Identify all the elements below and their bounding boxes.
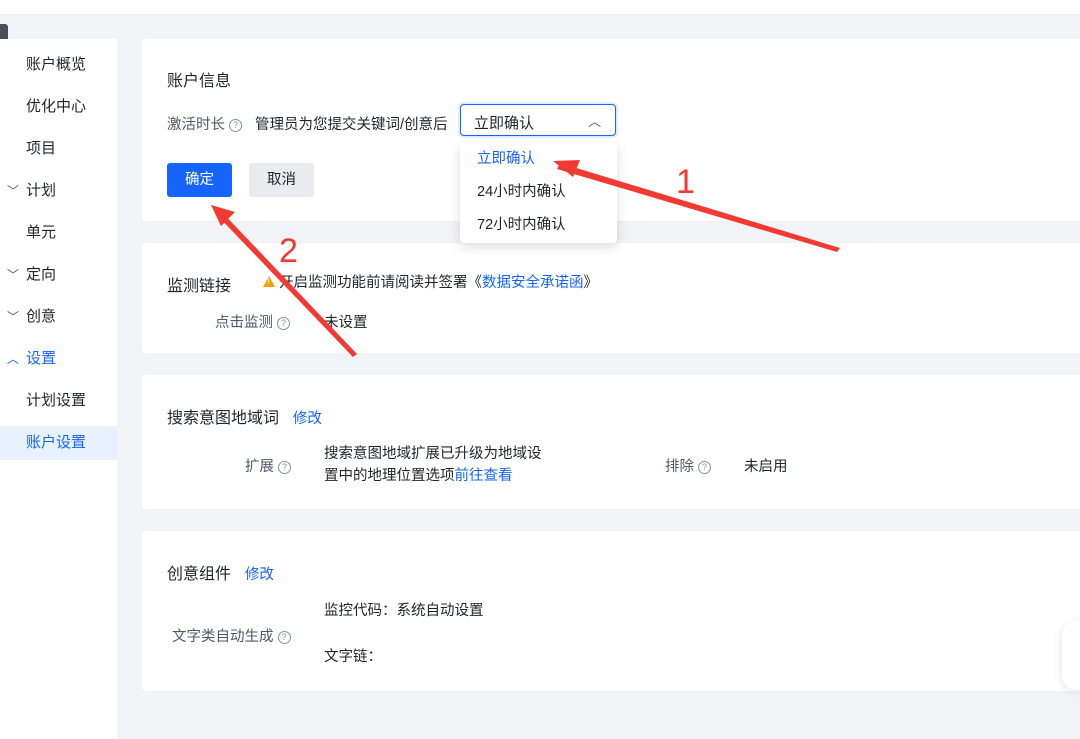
sidebar-item-plan-settings[interactable]: 计划设置 [0,384,117,418]
section-title: 搜索意图地域词 [167,410,280,427]
sidebar-item-targeting[interactable]: ﹀ 定向 [0,258,117,292]
top-bar [0,0,1080,15]
activation-label: 激活时长? [167,113,242,134]
help-icon[interactable]: ? [277,317,290,330]
sidebar-item-label: 定向 [26,266,57,283]
sidebar-item-project[interactable]: 项目 [0,132,117,166]
help-icon[interactable]: ? [229,119,242,132]
click-monitor-text: 点击监测 [215,315,273,331]
sidebar-item-creative[interactable]: ﹀ 创意 [0,300,117,334]
activation-label-text: 激活时长 [167,117,225,133]
sidebar-item-label: 创意 [26,308,57,325]
option-label: 立即确认 [477,151,535,167]
sidebar-item-optimization[interactable]: 优化中心 [0,90,117,124]
sidebar-nav: 账户概览 优化中心 项目 ﹀ 计划 单元 ﹀ 定向 ﹀ 创意 ︿ 设置 计划设置… [0,39,117,739]
section-title: 监测链接 [167,278,232,295]
data-security-link[interactable]: 数据安全承诺函 [482,275,584,291]
option-label: 72小时内确认 [477,217,566,233]
sidebar-item-label: 计划 [26,182,57,199]
extend-label-text: 扩展 [245,459,274,475]
section-title: 创意组件 [167,566,232,583]
warning-text: 开启监测功能前请阅读并签署《 [279,275,482,291]
edit-link[interactable]: 修改 [293,411,322,427]
chevron-up-icon: ︿ [7,352,20,366]
dropdown-option-72h[interactable]: 72小时内确认 [460,209,617,242]
auto-generate-label: 文字类自动生成? [172,625,291,646]
sidebar-item-label: 设置 [26,350,57,367]
sidebar-item-label: 单元 [26,224,57,241]
warning-text-end: 》 [583,275,599,291]
sidebar-item-settings[interactable]: ︿ 设置 [0,342,117,376]
activation-select[interactable]: 立即确认 ︿ [460,104,616,136]
floating-tab[interactable] [1062,620,1080,690]
sidebar-item-account-overview[interactable]: 账户概览 [0,48,117,82]
chevron-down-icon: ﹀ [7,310,20,324]
confirm-button[interactable]: 确定 [167,163,232,197]
exclude-label-text: 排除 [665,459,694,475]
warning-icon [263,276,275,287]
monitor-warning: 开启监测功能前请阅读并签署《数据安全承诺函》 [263,271,598,292]
search-intent-header: 搜索意图地域词 修改 [167,404,322,428]
chevron-down-icon: ﹀ [7,184,20,198]
text-link-label: 文字链： [324,649,382,665]
monitor-link-card [142,243,1080,353]
edit-link[interactable]: 修改 [245,567,274,583]
click-monitor-value: 未设置 [324,315,368,331]
chevron-down-icon: ﹀ [7,268,20,282]
sidebar-item-unit[interactable]: 单元 [0,216,117,250]
section-title: 账户信息 [167,73,232,90]
extend-line: 搜索意图地域扩展已升级为地域设 [324,446,542,462]
option-label: 24小时内确认 [477,184,566,200]
creative-component-card [142,531,1080,691]
sidebar-item-label: 计划设置 [26,392,87,409]
sidebar-item-account-settings[interactable]: 账户设置 [0,426,117,460]
go-view-link[interactable]: 前往查看 [455,468,513,484]
activation-dropdown: 立即确认 24小时内确认 72小时内确认 [460,143,617,243]
select-value: 立即确认 [474,115,535,132]
monitor-code-text: 监控代码：系统自动设置 [324,603,484,619]
sidebar-item-label: 优化中心 [26,98,87,115]
sidebar-item-label: 账户设置 [26,434,87,451]
auto-generate-text: 文字类自动生成 [172,629,274,645]
extend-description: 搜索意图地域扩展已升级为地域设 置中的地理位置选项前往查看 [324,443,542,487]
creative-header: 创意组件 修改 [167,560,274,584]
dropdown-option-immediate[interactable]: 立即确认 [460,143,617,176]
extend-line: 置中的地理位置选项 [324,468,455,484]
sidebar-item-label: 项目 [26,140,57,157]
sidebar-item-label: 账户概览 [26,56,87,73]
extend-label: 扩展? [245,455,291,476]
help-icon[interactable]: ? [278,461,291,474]
cancel-button[interactable]: 取消 [249,163,314,197]
exclude-value: 未启用 [744,459,788,475]
search-intent-card [142,375,1080,509]
help-icon[interactable]: ? [698,461,711,474]
help-icon[interactable]: ? [277,631,291,644]
dropdown-option-24h[interactable]: 24小时内确认 [460,176,617,209]
chevron-up-icon: ︿ [587,114,601,129]
sidebar-item-plan[interactable]: ﹀ 计划 [0,174,117,208]
activation-desc: 管理员为您提交关键词/创意后 [255,117,448,133]
click-monitor-label: 点击监测? [215,311,290,332]
exclude-label: 排除? [665,455,711,476]
